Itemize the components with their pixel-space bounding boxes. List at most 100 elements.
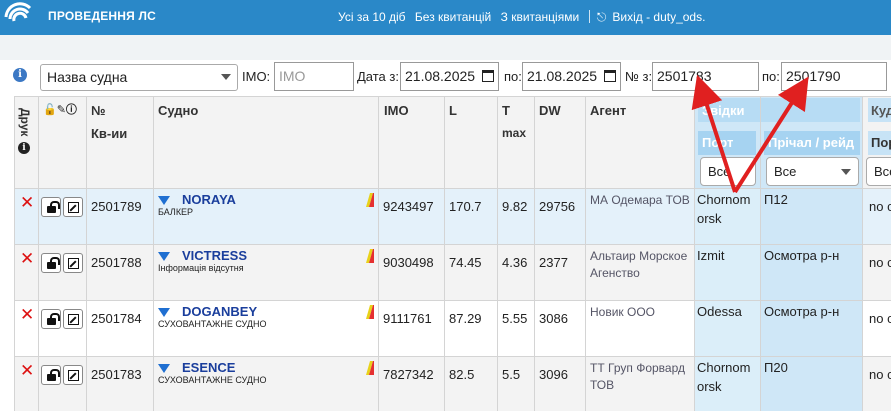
dw-cell: 2377 <box>539 255 568 270</box>
imo-input[interactable]: IMO <box>274 62 354 91</box>
to-port-cell: no c <box>869 367 891 382</box>
top-nav: Усі за 10 діб Без квитанцій З квитанціям… <box>338 10 711 25</box>
divider <box>378 96 379 411</box>
unlock-icon <box>47 257 60 269</box>
agent-cell[interactable]: Альтаир Морское <box>590 248 687 265</box>
ship-name[interactable]: VICTRESS <box>182 248 247 263</box>
ship-marker-icon[interactable] <box>158 308 170 317</box>
ship-header[interactable]: Судно <box>158 103 198 118</box>
edit-button[interactable] <box>63 309 83 329</box>
dw-header[interactable]: DW <box>539 103 561 118</box>
yellow-red-flag-icon <box>360 193 374 207</box>
edit-icon <box>68 314 79 325</box>
ship-marker-icon[interactable] <box>158 196 170 205</box>
edit-icon <box>68 202 79 213</box>
kud-filter-select[interactable]: Все <box>866 157 891 186</box>
nav-all-10-days[interactable]: Усі за 10 діб <box>338 10 406 24</box>
date-to-label: по: <box>504 69 522 84</box>
unlock-button[interactable] <box>41 309 61 329</box>
divider <box>14 96 891 97</box>
num-from-input[interactable]: 2501783 <box>652 62 759 91</box>
divider <box>14 356 891 357</box>
agent-header[interactable]: Агент <box>590 103 626 118</box>
ship-type: СУХОВАНТАЖНЕ СУДНО <box>158 319 267 329</box>
ship-name[interactable]: ESENCE <box>182 360 235 375</box>
chevron-down-icon <box>221 74 231 80</box>
print-info-icon[interactable]: i <box>18 142 30 154</box>
from-group-header: Звідки <box>698 98 860 122</box>
field-select[interactable]: Назва судна <box>40 64 238 91</box>
nav-logout[interactable]: Вихід - duty_ods. <box>612 10 705 24</box>
from-port-cell-line2: orsk <box>697 211 722 226</box>
unlock-button[interactable] <box>41 197 61 217</box>
app-title: ПРОВЕДЕННЯ ЛС <box>48 9 157 23</box>
yellow-red-flag-icon <box>360 361 374 375</box>
calendar-icon[interactable] <box>604 70 616 82</box>
to-port-cell: no c <box>869 199 891 214</box>
unlock-icon <box>47 369 60 381</box>
row-number: 2501788 <box>91 255 142 270</box>
ship-marker-icon[interactable] <box>158 252 170 261</box>
logout-icon[interactable]: ⎋ <box>597 10 607 25</box>
edit-button[interactable] <box>63 197 83 217</box>
nav-with-receipts[interactable]: З квитанціями <box>501 10 580 24</box>
from-port-cell: Izmit <box>697 248 725 263</box>
info-icon[interactable]: i <box>13 68 27 82</box>
agent-cell-line2: ТОВ <box>590 378 615 392</box>
top-bar: ПРОВЕДЕННЯ ЛС Усі за 10 діб Без квитанці… <box>0 0 891 35</box>
draft-cell: 9.82 <box>502 199 528 214</box>
unlock-icon <box>47 313 60 325</box>
ship-marker-icon[interactable] <box>158 364 170 373</box>
draft-cell: 4.36 <box>502 255 528 270</box>
unlock-button[interactable] <box>41 253 61 273</box>
delete-x-icon[interactable]: ✕ <box>20 305 34 325</box>
draft-header[interactable]: T <box>502 103 510 118</box>
sub-bar <box>0 35 891 60</box>
logo-icon <box>0 0 36 35</box>
date-from-input[interactable]: 21.08.2025 <box>400 62 499 91</box>
to-port-cell: no c <box>869 311 891 326</box>
imo-cell: 7827342 <box>383 367 434 382</box>
imo-cell: 9243497 <box>383 199 434 214</box>
from-port-cell-line2: orsk <box>697 379 722 394</box>
delete-x-icon[interactable]: ✕ <box>20 249 34 269</box>
num-to-label: по: <box>762 69 780 84</box>
chevron-down-icon <box>841 169 851 175</box>
from-port-cell: Chornom <box>697 360 751 375</box>
edit-button[interactable] <box>63 365 83 385</box>
kud-group-header: Куд <box>868 98 891 122</box>
divider <box>14 96 15 411</box>
unlock-button[interactable] <box>41 365 61 385</box>
ship-name[interactable]: DOGANBEY <box>182 304 257 319</box>
imo-header[interactable]: IMO <box>384 103 409 118</box>
berth-cell: Осмотра р-н <box>764 248 840 263</box>
ship-name[interactable]: NORAYA <box>182 192 236 207</box>
num-to-input[interactable]: 2501790 <box>781 62 887 91</box>
divider <box>862 96 863 411</box>
berth-filter-select[interactable]: Все <box>766 157 859 186</box>
delete-x-icon[interactable]: ✕ <box>20 193 34 213</box>
divider <box>153 96 154 411</box>
divider <box>14 188 891 189</box>
edit-button[interactable] <box>63 253 83 273</box>
calendar-icon[interactable] <box>482 70 494 82</box>
berth-filter-value: Все <box>774 164 797 179</box>
berth-header: Прічал / рейд <box>764 131 860 155</box>
agent-cell[interactable]: ТТ Груп Форвард <box>590 360 685 377</box>
divider <box>14 244 891 245</box>
divider <box>694 96 695 411</box>
port-filter-select[interactable]: Все <box>700 157 756 186</box>
divider <box>38 96 39 411</box>
nav-no-receipts[interactable]: Без квитанцій <box>415 10 491 24</box>
delete-x-icon[interactable]: ✕ <box>20 361 34 381</box>
unlock-icon <box>47 201 60 213</box>
imo-cell: 9030498 <box>383 255 434 270</box>
divider <box>585 96 586 411</box>
agent-cell[interactable]: Новик ООО <box>590 304 655 321</box>
divider <box>14 300 891 301</box>
date-to-input[interactable]: 21.08.2025 <box>522 62 621 91</box>
draft-header-2: max <box>502 126 527 140</box>
row-number: 2501789 <box>91 199 142 214</box>
length-header[interactable]: L <box>449 103 457 118</box>
agent-cell[interactable]: МА Одемара ТОВ <box>590 192 690 209</box>
